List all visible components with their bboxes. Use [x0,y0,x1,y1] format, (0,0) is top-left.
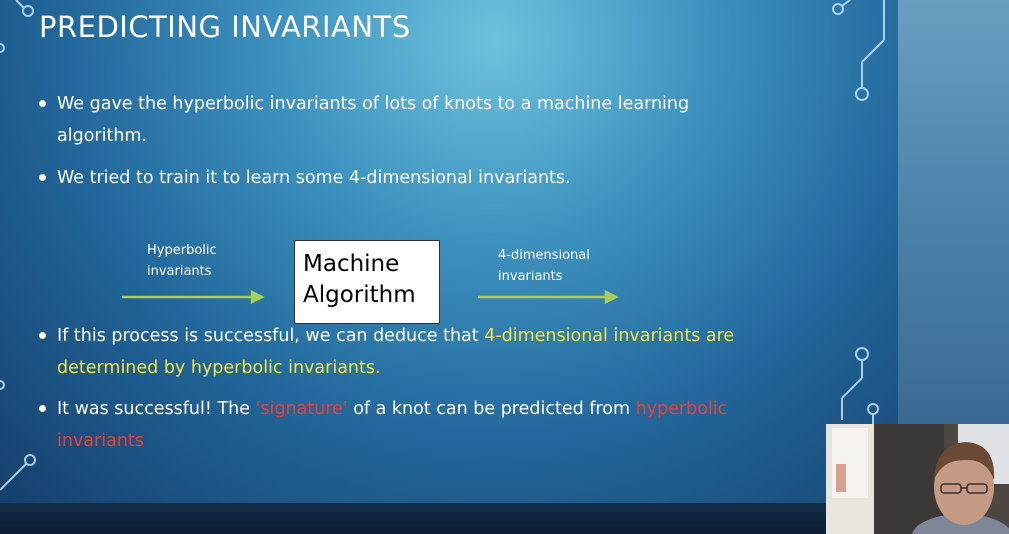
video-frame: PREDICTING INVARIANTS We gave the hyperb… [0,0,1009,534]
bullet-item: It was successful! The 'signature' of a … [39,393,817,457]
output-arrow-head [604,289,619,305]
highlight-text: 4-dimensional invariants are [484,326,735,346]
output-label-line: invariants [498,269,563,284]
signature-highlight: 'signature' [255,399,348,419]
bullet-text-line: If this process is successful, we can de… [57,320,817,352]
webcam-video [826,424,1009,534]
highlight-text: hyperbolic [635,399,728,419]
output-label: 4-dimensional invariants [498,245,590,287]
webcam-image [826,424,1009,534]
highlight-text: determined by hyperbolic invariants. [57,358,381,378]
bullet-text: It was successful! The [57,399,256,419]
machine-algorithm-box: Machine Algorithm [294,240,440,324]
highlight-text: invariants [57,431,144,451]
presentation-slide: PREDICTING INVARIANTS We gave the hyperb… [0,0,898,503]
output-label-line: 4-dimensional [498,248,590,263]
bullet-dot [39,332,46,339]
box-text-line: Algorithm [303,282,416,308]
bullet-text-line: It was successful! The 'signature' of a … [57,393,817,425]
bottom-band [0,503,898,534]
bullet-item: If this process is successful, we can de… [39,320,817,384]
bullet-text: of a knot can be predicted from [347,399,636,419]
input-arrow-head [250,289,265,305]
bullet-text: If this process is successful, we can de… [57,326,485,346]
box-text-line: Machine [303,251,400,277]
bullet-dot [39,405,46,412]
